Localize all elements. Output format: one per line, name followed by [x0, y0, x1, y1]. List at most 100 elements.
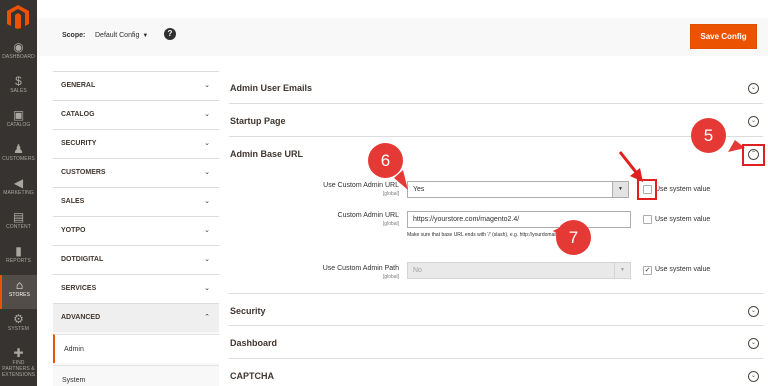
section-startup-page[interactable]: Startup Page ⌄ — [229, 104, 763, 137]
chevron-down-icon: ⌄ — [748, 116, 759, 127]
callout-6: 6 — [368, 143, 403, 178]
nav-label: CONTENT — [6, 224, 31, 230]
person-icon: ♟ — [13, 142, 24, 156]
chevron-down-icon: ⌄ — [204, 169, 210, 176]
chevron-down-icon: ⌄ — [204, 227, 210, 234]
help-icon[interactable]: ? — [164, 28, 176, 40]
gear-icon: ⚙ — [13, 312, 24, 326]
use-system-value-label: Use system value — [655, 266, 711, 273]
section-admin-base-url[interactable]: Admin Base URL ⌃ — [229, 137, 763, 170]
scope-hint: [global] — [382, 221, 399, 227]
scope-switcher[interactable]: Default Config ▼ — [95, 32, 148, 39]
chevron-down-icon: ⌄ — [204, 111, 210, 118]
chevron-down-icon: ⌄ — [748, 371, 759, 382]
highlight-chevron-box — [742, 144, 765, 166]
nav-label: FIND PARTNERS & EXTENSIONS — [1, 360, 36, 378]
use-custom-admin-path-select[interactable]: No ▼ — [407, 262, 631, 279]
store-icon: ⌂ — [15, 278, 24, 292]
chevron-down-icon: ⌄ — [204, 198, 210, 205]
nav-system[interactable]: ⚙ SYSTEM — [0, 309, 37, 343]
use-system-value-label: Use system value — [655, 186, 711, 193]
tab-advanced-system[interactable]: System — [53, 365, 219, 386]
use-system-value-checkbox-checked[interactable]: ✓ — [643, 266, 652, 275]
tab-general[interactable]: GENERAL ⌄ — [53, 71, 219, 100]
section-title: Admin User Emails — [230, 83, 313, 93]
nav-marketing[interactable]: ◀ MARKETING — [0, 173, 37, 207]
chevron-down-icon: ⌄ — [748, 83, 759, 94]
caret-down-icon: ▼ — [612, 182, 628, 197]
tab-label: SECURITY — [61, 140, 97, 147]
caret-down-icon: ▼ — [142, 33, 149, 39]
nav-label: STORES — [8, 292, 31, 298]
tab-advanced[interactable]: ADVANCED ⌃ — [53, 303, 219, 332]
bar-chart-icon: ▮ — [15, 244, 22, 258]
tab-label: SERVICES — [61, 285, 97, 292]
nav-label: MARKETING — [3, 190, 34, 196]
admin-sidebar: ◉ DASHBOARD $ SALES ▣ CATALOG ♟ CUSTOMER… — [0, 0, 37, 386]
tab-catalog[interactable]: CATALOG ⌄ — [53, 100, 219, 129]
use-custom-admin-url-label: Use Custom Admin URL — [323, 182, 399, 189]
chevron-down-icon: ⌄ — [204, 285, 210, 292]
section-title: Dashboard — [230, 338, 278, 348]
nav-sales[interactable]: $ SALES — [0, 71, 37, 105]
nav-label: SYSTEM — [7, 326, 30, 332]
tab-advanced-admin[interactable]: Admin — [53, 334, 219, 363]
section-title: Security — [230, 306, 266, 316]
nav-customers[interactable]: ♟ CUSTOMERS — [0, 139, 37, 173]
chevron-down-icon: ⌄ — [748, 306, 759, 317]
tab-customers[interactable]: CUSTOMERS ⌄ — [53, 158, 219, 187]
custom-admin-url-label: Custom Admin URL — [337, 212, 399, 219]
sub-tab-label: Admin — [64, 346, 84, 353]
section-title: CAPTCHA — [230, 371, 274, 381]
box-icon: ▣ — [12, 108, 25, 122]
section-dashboard[interactable]: Dashboard ⌄ — [229, 326, 763, 359]
tab-services[interactable]: SERVICES ⌄ — [53, 274, 219, 303]
callout-5: 5 — [691, 118, 726, 153]
scope-value: Default Config — [95, 32, 140, 39]
tab-label: SALES — [61, 198, 85, 205]
use-custom-admin-url-select[interactable]: Yes ▼ — [407, 181, 629, 198]
use-system-value-checkbox[interactable] — [643, 215, 652, 224]
tab-label: ADVANCED — [61, 314, 101, 321]
tab-sales[interactable]: SALES ⌄ — [53, 187, 219, 216]
nav-label: SALES — [10, 88, 27, 94]
tab-label: CATALOG — [61, 111, 95, 118]
nav-find-partners[interactable]: ✚ FIND PARTNERS & EXTENSIONS — [0, 343, 37, 383]
scope-label: Scope: — [62, 32, 86, 39]
config-tabs: GENERAL ⌄ CATALOG ⌄ SECURITY ⌄ CUSTOMERS… — [53, 71, 219, 386]
callout-7: 7 — [556, 220, 591, 255]
select-value: Yes — [413, 186, 425, 193]
tab-dotdigital[interactable]: DOTDIGITAL ⌄ — [53, 245, 219, 274]
puzzle-icon: ✚ — [13, 346, 24, 360]
layout-icon: ▤ — [12, 210, 25, 224]
save-config-button[interactable]: Save Config — [690, 24, 757, 49]
use-custom-admin-path-label: Use Custom Admin Path — [322, 265, 399, 272]
nav-catalog[interactable]: ▣ CATALOG — [0, 105, 37, 139]
section-admin-user-emails[interactable]: Admin User Emails ⌄ — [229, 71, 763, 104]
tab-label: CUSTOMERS — [61, 169, 106, 176]
caret-down-icon: ▼ — [614, 263, 630, 278]
nav-stores[interactable]: ⌂ STORES — [0, 275, 37, 309]
section-title: Startup Page — [230, 116, 286, 126]
custom-admin-url-input[interactable]: https://yourstore.com/magento2.4/ — [407, 211, 631, 228]
nav-label: DASHBOARD — [2, 54, 35, 60]
scope-hint: [global] — [382, 274, 399, 280]
nav-dashboard[interactable]: ◉ DASHBOARD — [0, 37, 37, 71]
page-actions-bar: Scope: Default Config ▼ ? Save Config — [37, 18, 768, 56]
tab-yotpo[interactable]: YOTPO ⌄ — [53, 216, 219, 245]
section-captcha[interactable]: CAPTCHA ⌄ — [229, 359, 763, 386]
highlight-checkbox-box — [637, 179, 657, 200]
magento-logo[interactable] — [6, 4, 30, 30]
tab-label: YOTPO — [61, 227, 86, 234]
nav-reports[interactable]: ▮ REPORTS — [0, 241, 37, 275]
tab-label: GENERAL — [61, 82, 96, 89]
tab-label: DOTDIGITAL — [61, 256, 104, 263]
nav-content[interactable]: ▤ CONTENT — [0, 207, 37, 241]
input-value: https://yourstore.com/magento2.4/ — [413, 216, 520, 223]
section-security[interactable]: Security ⌄ — [229, 293, 763, 326]
section-title: Admin Base URL — [230, 149, 304, 159]
nav-label: CUSTOMERS — [2, 156, 35, 162]
tab-security[interactable]: SECURITY ⌄ — [53, 129, 219, 158]
chevron-down-icon: ⌄ — [204, 140, 210, 147]
dashboard-icon: ◉ — [13, 40, 24, 54]
